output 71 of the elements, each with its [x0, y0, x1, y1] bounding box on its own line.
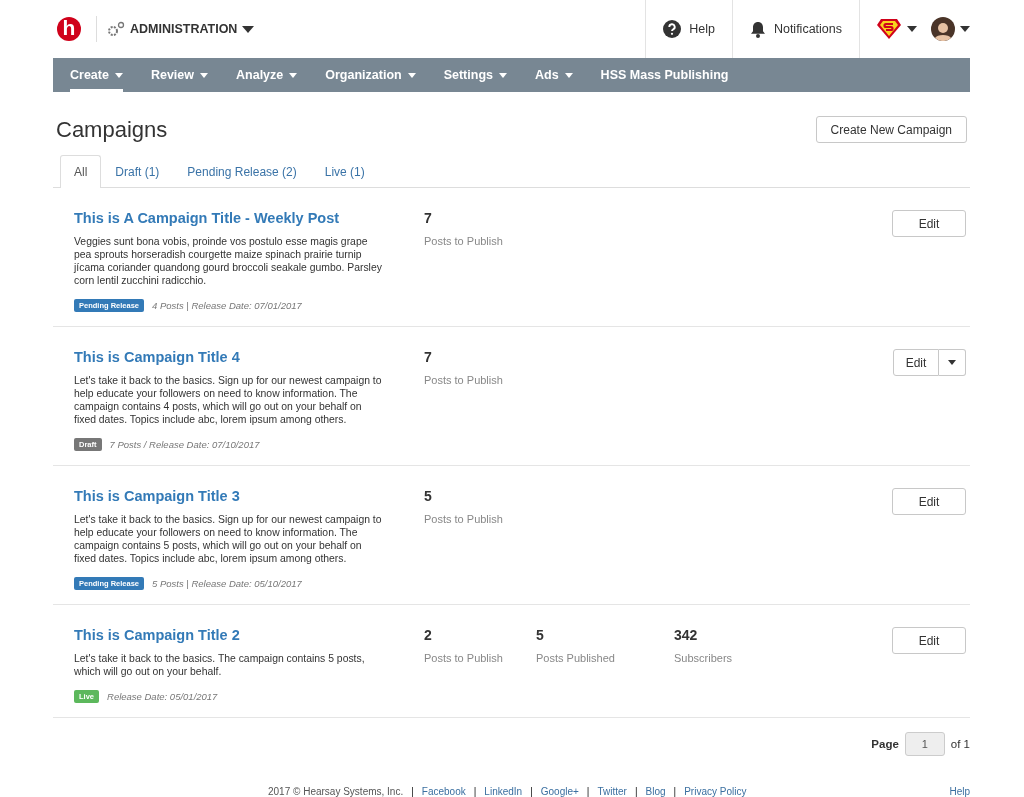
gears-icon	[107, 21, 125, 37]
footer-separator: |	[530, 786, 533, 797]
stat-value: 5	[536, 627, 545, 643]
page-total: of 1	[950, 738, 970, 750]
campaign-meta: 5 Posts | Release Date: 05/10/2017	[152, 578, 302, 589]
nav-menu[interactable]: Create	[70, 58, 123, 92]
copyright-text: 2017 © Hearsay Systems, Inc.	[268, 786, 404, 797]
stat-label: Subscribers	[674, 652, 734, 664]
stat-value: 7	[424, 349, 433, 365]
campaign-title-link[interactable]: This is Campaign Title 4	[74, 349, 386, 365]
dropdown-toggle-button[interactable]	[939, 349, 966, 376]
campaign-title-link[interactable]: This is A Campaign Title - Weekly Post	[74, 210, 386, 226]
caret-icon	[948, 360, 956, 365]
nav-menu[interactable]: Settings	[443, 58, 507, 92]
stat-label: Posts Published	[536, 652, 616, 664]
logo[interactable]: h	[57, 17, 81, 41]
stat-label: Posts to Publish	[424, 513, 504, 525]
footer-link[interactable]: Facebook	[421, 786, 466, 797]
stat-label: Posts to Publish	[424, 652, 504, 664]
stat-value: 2	[424, 627, 433, 643]
stat-value: 7	[424, 210, 433, 226]
campaign-description: Veggies sunt bona vobis, proinde vos postulo esse magis grape pea sprouts horseradish courgette maize spinach prairie turnip jícama coriander quandong gourd broccoli seakale gumbo. Parsley corn lentil zucchini radicchio.	[74, 235, 383, 287]
campaign-meta: 4 Posts | Release Date: 07/01/2017	[152, 300, 302, 311]
nav-menu[interactable]: Analyze	[236, 58, 298, 92]
footer-link[interactable]: Blog	[645, 786, 666, 797]
campaign-title-link[interactable]: This is Campaign Title 3	[74, 488, 386, 504]
bell-icon	[749, 20, 766, 38]
footer-separator: |	[586, 786, 590, 797]
help-icon	[663, 20, 682, 38]
account-menu[interactable]	[931, 17, 970, 41]
edit-button[interactable]: Edit	[893, 349, 939, 376]
campaign-description: Let's take it back to the basics. The campaign contains 5 posts, which will go out on your behalf.	[74, 652, 366, 678]
page-label: Page	[871, 738, 899, 750]
page-title: Campaigns	[56, 116, 168, 143]
nav-menu[interactable]: Ads	[535, 58, 573, 92]
campaign-meta: 7 Posts / Release Date: 07/10/2017	[109, 439, 260, 450]
footer-link[interactable]: Twitter	[597, 786, 627, 797]
campaign-meta: Release Date: 05/01/2017	[107, 691, 218, 702]
footer-link[interactable]: Privacy Policy	[684, 786, 747, 797]
avatar-icon	[931, 17, 955, 41]
footer-link[interactable]: LinkedIn	[484, 786, 523, 797]
context-menu[interactable]: ADMINISTRATION	[130, 22, 238, 36]
stat-value: 5	[424, 488, 433, 504]
nav-menu[interactable]: Organization	[325, 58, 416, 92]
caret-icon	[907, 26, 917, 32]
campaign-title-link[interactable]: This is Campaign Title 2	[74, 627, 386, 643]
campaign-description: Let's take it back to the basics. Sign up for our newest campaign to help educate your followers on need to know information. The campaign contains 4 posts, which will go out on your behalf on fixed dates. Topics include abc, lorem ipsum among others.	[74, 374, 383, 426]
caret-icon	[960, 26, 970, 32]
nav-menu[interactable]: HSS Mass Publishing	[600, 58, 729, 92]
filter-tab[interactable]: Pending Release (2)	[173, 155, 311, 187]
filter-tab[interactable]: Live (1)	[310, 155, 379, 187]
edit-button[interactable]: Edit	[892, 210, 966, 237]
account-menu[interactable]	[876, 18, 917, 40]
edit-button[interactable]: Edit	[892, 488, 966, 515]
campaign-description: Let's take it back to the basics. Sign up for our newest campaign to help educate your followers on need to know information. The campaign contains 5 posts, which will go out on your behalf on fixed dates. Topics include abc, lorem ipsum among others.	[74, 513, 383, 565]
stat-label: Posts to Publish	[424, 374, 504, 386]
edit-button[interactable]: Edit	[892, 627, 966, 654]
footer-help-link[interactable]: Help	[949, 786, 970, 797]
stat-value: 342	[674, 627, 699, 643]
filter-tab[interactable]: All	[60, 155, 102, 188]
footer-link[interactable]: Google+	[540, 786, 579, 797]
create-campaign-button[interactable]: Create New Campaign	[815, 116, 967, 143]
stat-label: Posts to Publish	[424, 235, 504, 247]
footer-separator: |	[473, 786, 477, 797]
nav-menu[interactable]: Review	[150, 58, 208, 92]
page-number-field[interactable]: 1	[904, 732, 945, 756]
footer-separator: |	[634, 786, 638, 797]
footer-separator: |	[673, 786, 677, 797]
filter-tab[interactable]: Draft (1)	[101, 155, 174, 187]
shield-icon	[876, 18, 902, 40]
footer-separator: |	[411, 786, 414, 797]
